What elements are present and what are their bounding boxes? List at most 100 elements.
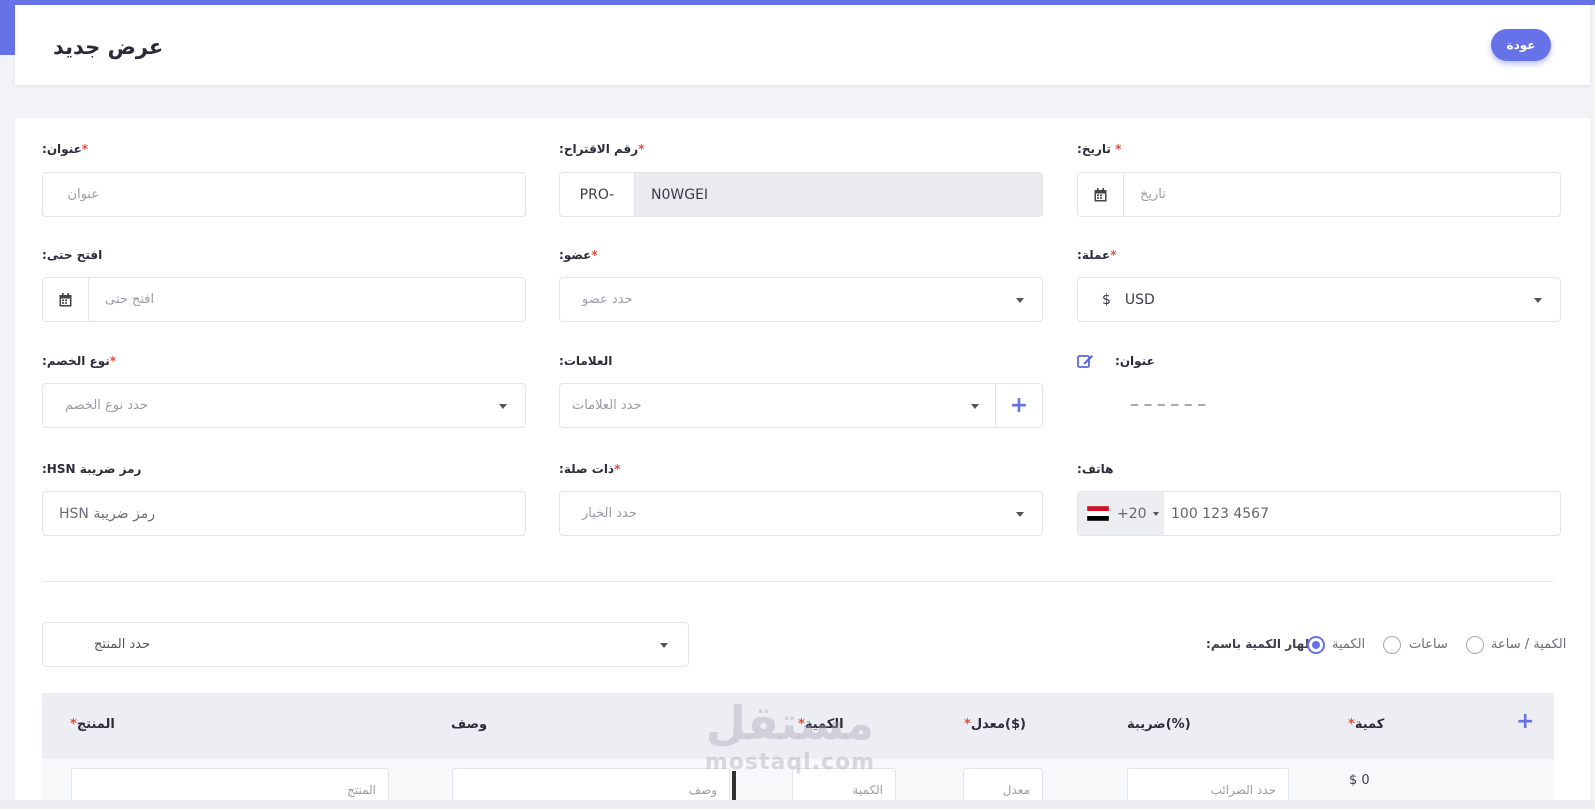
hsn-input[interactable]: HSN رمز ضريبة [42, 491, 526, 536]
product-select[interactable]: حدد المنتج [42, 622, 689, 667]
header-amount: *كمية [1348, 717, 1384, 732]
required-mark: * [591, 248, 598, 262]
proposal-prefix-text: PRO- [579, 186, 615, 203]
currency-label-text: :عملة [1077, 248, 1111, 262]
resize-handle[interactable] [732, 771, 736, 801]
date-input[interactable]: تاريخ [1077, 172, 1561, 217]
back-button[interactable]: عودة [1491, 29, 1551, 61]
title-label: :عنوان* [42, 142, 88, 156]
row-amount: $ 0 [1349, 773, 1370, 788]
open-till-placeholder: افتح حتى [105, 292, 155, 307]
left-accent-bar [0, 0, 15, 55]
phone-input[interactable]: +20 100 123 4567 [1077, 491, 1561, 536]
discount-type-placeholder: حدد نوع الخصم [65, 398, 148, 413]
date-label: :تاريخ * [1077, 142, 1121, 156]
related-label-text: :ذات صلة [559, 462, 615, 476]
date-label-text: :تاريخ [1077, 142, 1111, 156]
row-tax-placeholder: حدد الضرائب [1210, 783, 1276, 797]
hsn-label: :HSN رمز ضريبة [42, 462, 141, 476]
calendar-icon[interactable] [43, 278, 89, 321]
bottom-strip [0, 800, 1595, 809]
currency-value: USD [1124, 291, 1155, 308]
hsn-label-text: :HSN رمز ضريبة [42, 462, 142, 476]
tags-label-text: :العلامات [559, 354, 613, 368]
tags-label: :العلامات [559, 354, 612, 368]
required-mark: * [81, 142, 89, 156]
required-mark: * [109, 354, 116, 368]
discount-type-label: :نوع الخصم* [42, 354, 116, 368]
header-rate: *معدل($) [964, 717, 1026, 732]
chevron-down-icon [499, 404, 507, 409]
hsn-placeholder: HSN رمز ضريبة [59, 505, 156, 522]
header-rate-text: معدل($) [970, 717, 1026, 732]
add-tag-button[interactable]: + [995, 383, 1043, 428]
required-mark: * [798, 717, 805, 732]
title-input[interactable]: عنوان [42, 172, 526, 217]
radio-hours-label: ساعات [1409, 637, 1448, 652]
proposal-prefix: PRO- [560, 173, 635, 216]
header-tax: ضريبة(%) [1127, 717, 1191, 732]
country-code-select[interactable]: +20 [1078, 492, 1164, 535]
chevron-down-icon [1152, 511, 1159, 516]
chevron-down-icon [1534, 298, 1542, 303]
address-value: _ _ _ _ _ _ [1131, 390, 1207, 406]
title-label-text: :عنوان [42, 142, 82, 156]
open-till-input[interactable]: افتح حتى [42, 277, 526, 322]
address-label: :عنوان [1115, 354, 1155, 368]
required-mark: * [614, 462, 621, 476]
country-code: +20 [1117, 505, 1147, 522]
proposal-number-label-text: :رقم الاقتراح [559, 142, 639, 156]
required-mark: * [638, 142, 645, 156]
radio-quantity-per-hour-label: الكمية / ساعة [1491, 637, 1567, 652]
date-placeholder: تاريخ [1140, 187, 1166, 202]
items-table-header: *المنتج وصف *الكمية *معدل($) ضريبة(%) *ك… [42, 693, 1554, 759]
phone-placeholder: 100 123 4567 [1171, 505, 1269, 522]
edit-icon[interactable] [1077, 353, 1094, 373]
quantity-display-label: :إظهار الكمية باسم [1206, 637, 1320, 651]
member-label: :عضو* [559, 248, 598, 262]
address-label-text: :عنوان [1115, 354, 1155, 368]
required-mark: * [964, 717, 971, 732]
related-label: :ذات صلة* [559, 462, 620, 476]
calendar-icon[interactable] [1078, 173, 1124, 216]
open-till-label-text: :افتح حتى [42, 248, 103, 262]
phone-label: :هاتف [1077, 462, 1113, 476]
chevron-down-icon [1016, 512, 1024, 517]
header-description: وصف [451, 717, 488, 732]
header-quantity: *الكمية [798, 717, 844, 732]
add-row-button[interactable]: + [1516, 709, 1534, 734]
header-product-text: المنتج [76, 717, 115, 732]
chevron-down-icon [1016, 298, 1024, 303]
required-mark: * [1110, 248, 1117, 262]
page-title: عرض جديد [53, 35, 164, 59]
header-quantity-text: الكمية [804, 717, 844, 732]
discount-type-select[interactable]: حدد نوع الخصم [42, 383, 526, 428]
member-select[interactable]: حدد عضو [559, 277, 1043, 322]
member-label-text: :عضو [559, 248, 592, 262]
radio-quantity-label: الكمية [1332, 637, 1366, 652]
product-select-placeholder: حدد المنتج [94, 637, 151, 652]
required-mark: * [70, 717, 77, 732]
radio-hours[interactable] [1383, 636, 1401, 654]
chevron-down-icon [971, 404, 979, 409]
discount-type-label-text: :نوع الخصم [42, 354, 110, 368]
related-select[interactable]: حدد الخيار [559, 491, 1043, 536]
radio-quantity[interactable] [1307, 636, 1325, 654]
page-header: عرض جديد عودة [15, 5, 1590, 85]
chevron-down-icon [660, 643, 668, 648]
items-table-row: المنتج وصف الكمية معدل حدد الضرائب $ 0 [42, 759, 1554, 806]
tags-select[interactable]: حدد العلامات [559, 383, 996, 428]
phone-label-text: :هاتف [1077, 462, 1114, 476]
radio-quantity-per-hour[interactable] [1466, 636, 1484, 654]
title-placeholder: عنوان [67, 187, 99, 202]
open-till-label: :افتح حتى [42, 248, 102, 262]
header-product: *المنتج [70, 717, 115, 732]
currency-select[interactable]: $ USD [1077, 277, 1561, 322]
currency-symbol: $ [1102, 291, 1111, 308]
required-mark: * [1115, 142, 1122, 156]
proposal-number-field: PRO- N0WGEI [559, 172, 1043, 217]
section-divider [42, 581, 1554, 582]
required-mark: * [1348, 717, 1355, 732]
proposal-number-input[interactable]: N0WGEI [635, 173, 1042, 216]
egypt-flag-icon [1086, 505, 1110, 522]
